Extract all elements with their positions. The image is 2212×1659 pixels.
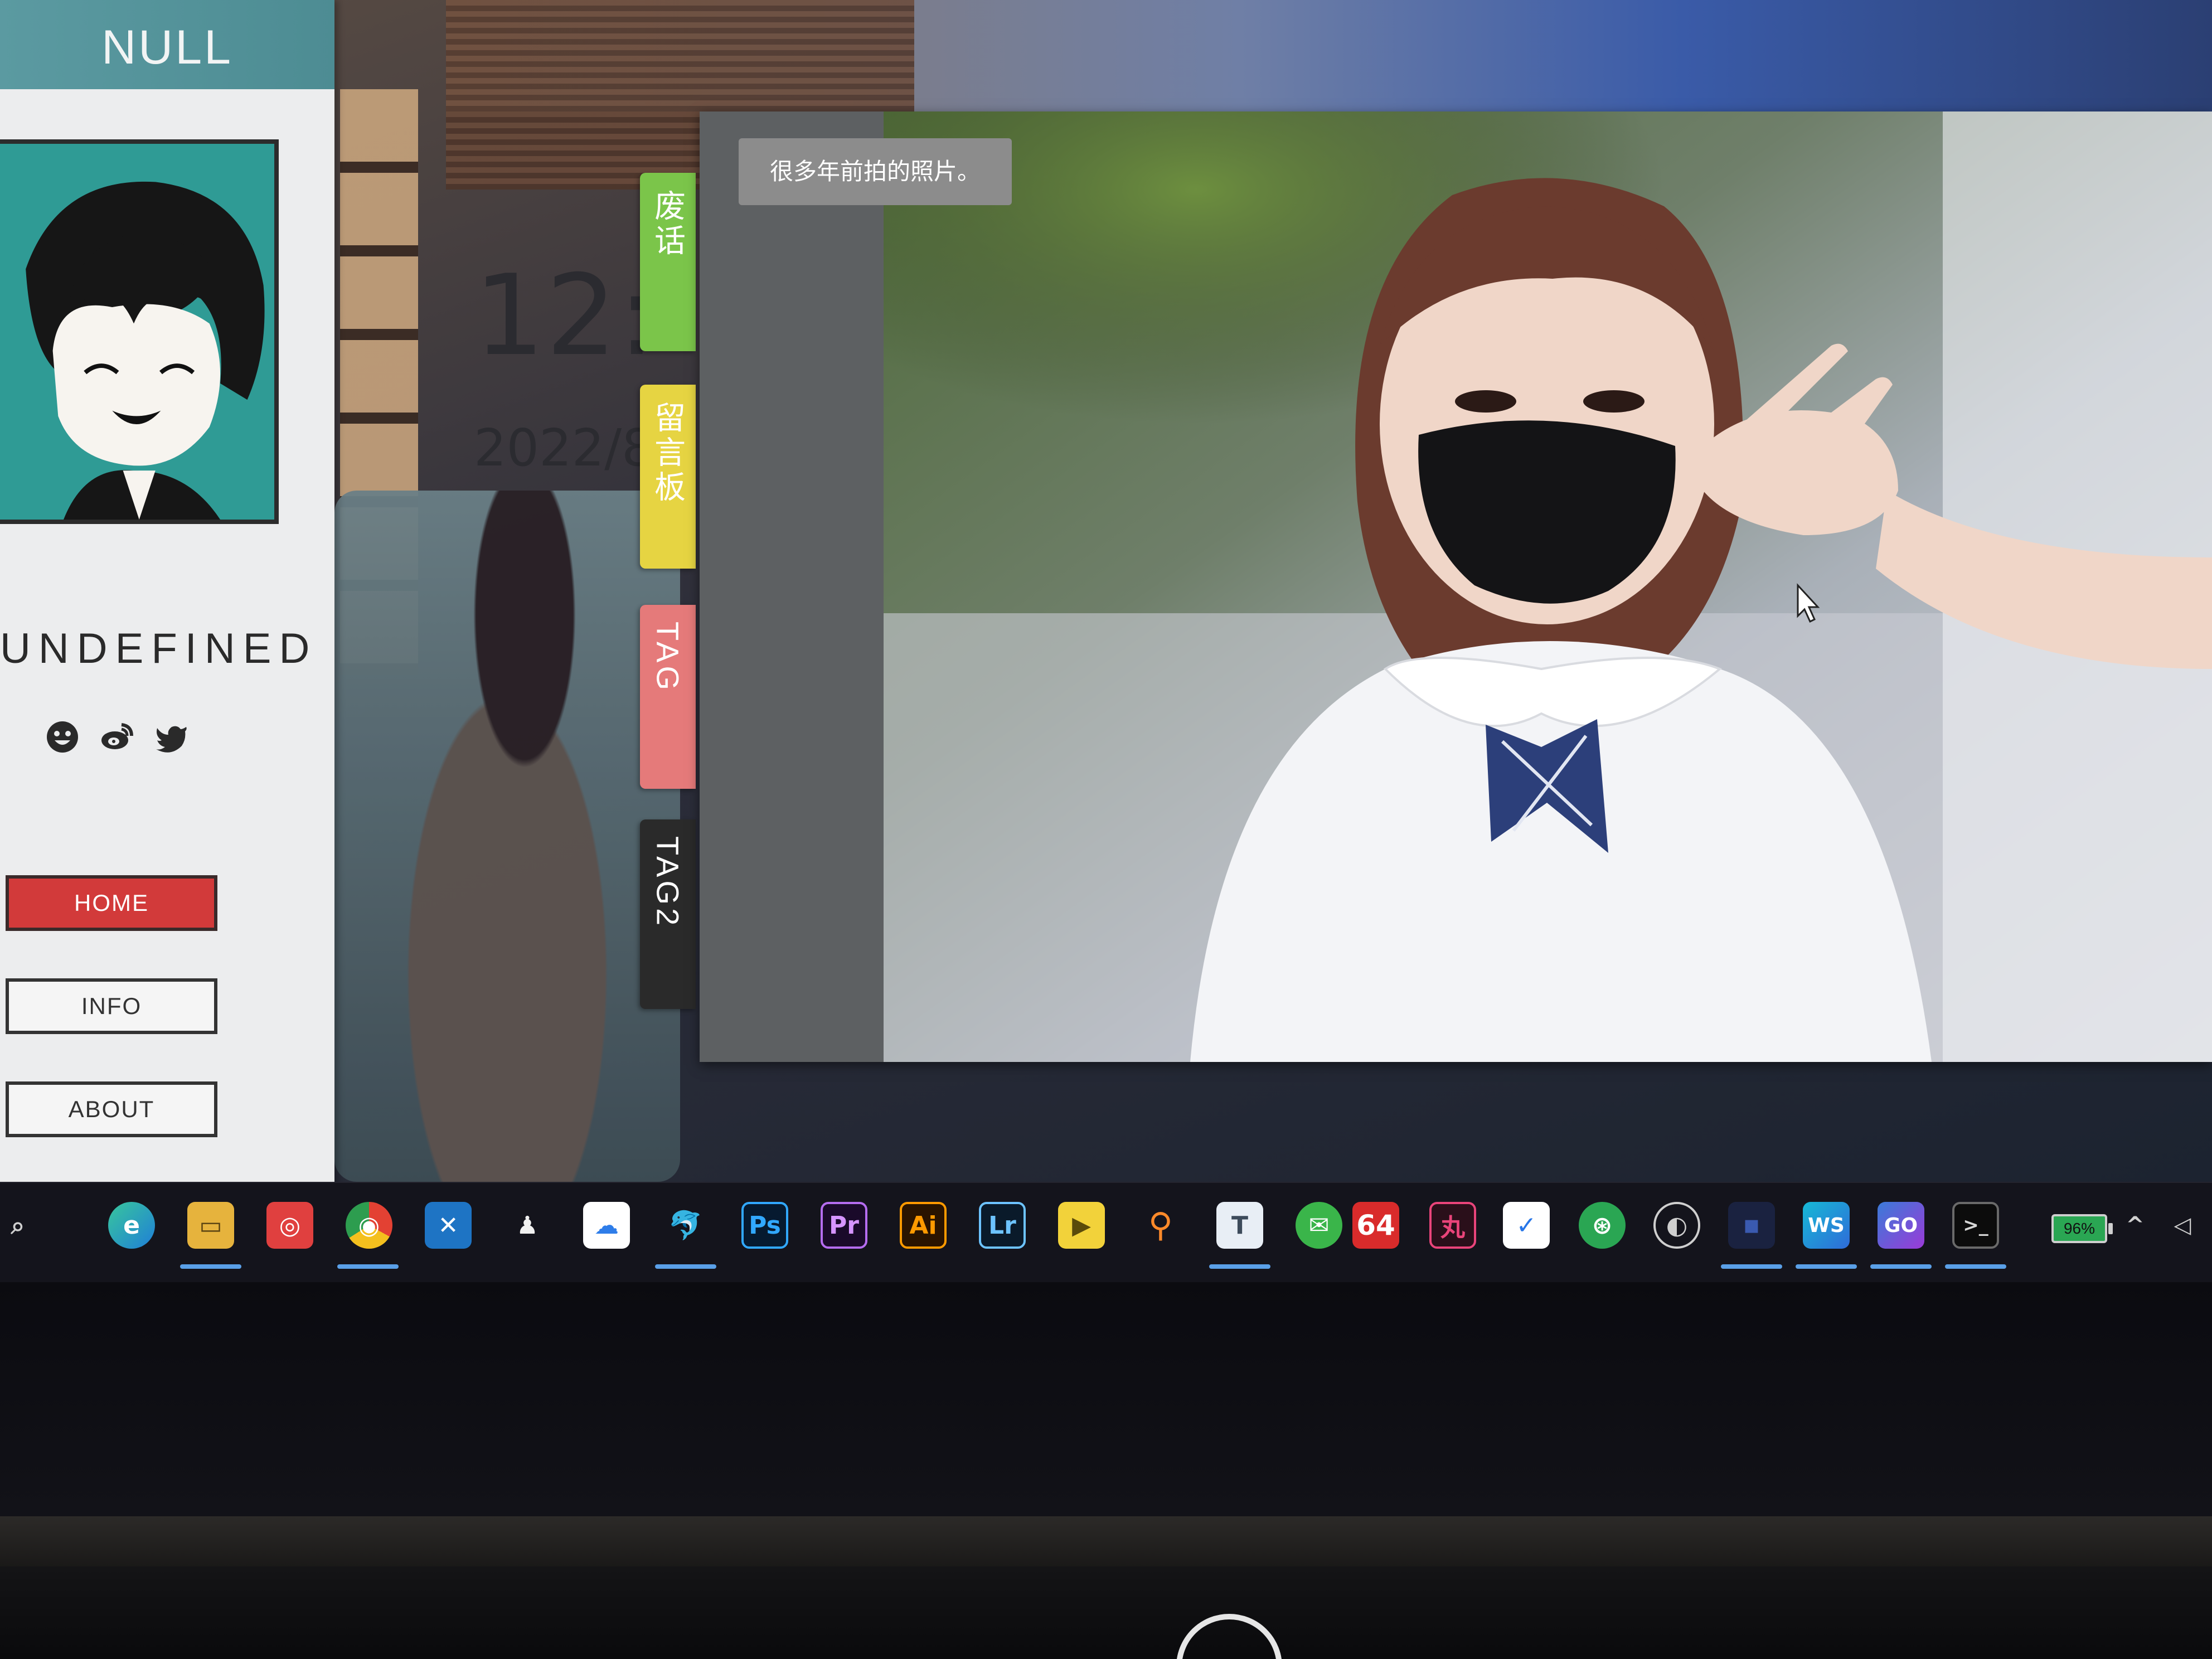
post-photo[interactable]	[884, 111, 2212, 1062]
emoji-icon[interactable]	[45, 719, 80, 755]
post-card: 很多年前拍的照片。	[700, 111, 2212, 1062]
greenshot-icon[interactable]: ⊛	[1579, 1202, 1626, 1249]
tab-label: 废话	[650, 190, 686, 259]
nav-info-button[interactable]: INFO	[6, 978, 217, 1034]
desktop-clock-time: 12:	[474, 251, 657, 381]
running-indicator	[1796, 1264, 1857, 1269]
running-indicator	[655, 1264, 716, 1269]
running-indicator	[1945, 1264, 2006, 1269]
search-icon[interactable]: ⌕	[0, 1202, 41, 1249]
battery-indicator[interactable]: 96%	[2051, 1214, 2113, 1243]
tab-label: 留言板	[650, 401, 686, 505]
running-indicator	[1870, 1264, 1932, 1269]
desktop-clock-date: 2022/8	[474, 418, 654, 478]
app-blue-icon[interactable]: ■	[1728, 1202, 1775, 1249]
goland-icon[interactable]: GO	[1878, 1202, 1924, 1249]
premiere-icon[interactable]: Pr	[821, 1202, 867, 1249]
laptop-hinge	[0, 1516, 2212, 1566]
laptop-base	[0, 1566, 2212, 1659]
wallpaper-anime-figure	[334, 491, 680, 1182]
chevron-up-icon[interactable]: ^	[2118, 1202, 2152, 1249]
avatar	[0, 139, 279, 524]
nav-home-button[interactable]: HOME	[6, 875, 217, 931]
running-indicator	[1721, 1264, 1782, 1269]
aida64-icon[interactable]: 64	[1352, 1202, 1399, 1249]
running-indicator	[1209, 1264, 1270, 1269]
tab-label: TAG	[650, 622, 686, 693]
photoshop-icon[interactable]: Ps	[741, 1202, 788, 1249]
sidebar: NULL UNDEFINED HOME INFO ABOUT	[0, 0, 334, 1182]
nav-about-button[interactable]: ABOUT	[6, 1081, 217, 1137]
wechat-icon[interactable]: ✉	[1296, 1202, 1342, 1249]
mysql-icon[interactable]: 🐬	[662, 1202, 709, 1249]
vscode-icon[interactable]: ✕	[425, 1202, 472, 1249]
baidu-netdisk-icon[interactable]: ☁	[583, 1202, 630, 1249]
twitter-icon[interactable]	[154, 719, 190, 755]
running-indicator	[337, 1264, 399, 1269]
running-indicator	[180, 1264, 241, 1269]
tab-tag[interactable]: TAG	[640, 605, 696, 789]
tab-feihua[interactable]: 废话	[640, 173, 696, 351]
volume-icon[interactable]: ◁	[2163, 1202, 2202, 1249]
screen-bezel	[0, 1282, 2212, 1516]
lightroom-icon[interactable]: Lr	[979, 1202, 1026, 1249]
tab-guestbook[interactable]: 留言板	[640, 385, 696, 569]
tab-tag2[interactable]: TAG2	[640, 819, 696, 1009]
tab-label: TAG2	[650, 836, 686, 929]
photo-of-laptop-screen: 12: 2022/8 NULL UNDEFINED HOME INFO ABOU…	[0, 0, 2212, 1659]
todo-icon[interactable]: ✓	[1503, 1202, 1550, 1249]
site-title[interactable]: NULL	[0, 0, 334, 89]
potplayer-icon[interactable]: ▶	[1058, 1202, 1105, 1249]
file-explorer-icon[interactable]: ▭	[187, 1202, 234, 1249]
webstorm-icon[interactable]: WS	[1803, 1202, 1850, 1249]
obs-icon[interactable]: ◐	[1653, 1202, 1700, 1249]
weibo-icon[interactable]	[99, 719, 135, 755]
site-name: UNDEFINED	[0, 625, 318, 672]
typora-icon[interactable]: T	[1216, 1202, 1263, 1249]
chrome-icon[interactable]: ◉	[346, 1202, 392, 1249]
post-caption: 很多年前拍的照片。	[739, 138, 1012, 205]
edge-icon[interactable]: e	[108, 1202, 155, 1249]
illustrator-icon[interactable]: Ai	[900, 1202, 947, 1249]
screen: 12: 2022/8 NULL UNDEFINED HOME INFO ABOU…	[0, 0, 2212, 1182]
qq-icon[interactable]: ♟	[504, 1202, 551, 1249]
everything-search-icon[interactable]: ⚲	[1137, 1202, 1184, 1249]
terminal-icon[interactable]: >_	[1952, 1202, 1999, 1249]
xmind-icon[interactable]: 丸	[1429, 1202, 1476, 1249]
netease-music-icon[interactable]: ◎	[266, 1202, 313, 1249]
taskbar: ⌕ e ▭ ◎ ◉ ✕ ♟ ☁ 🐬 Ps Pr Ai Lr ▶ ⚲ T ✉ 64…	[0, 1182, 2212, 1283]
social-links	[45, 719, 190, 755]
